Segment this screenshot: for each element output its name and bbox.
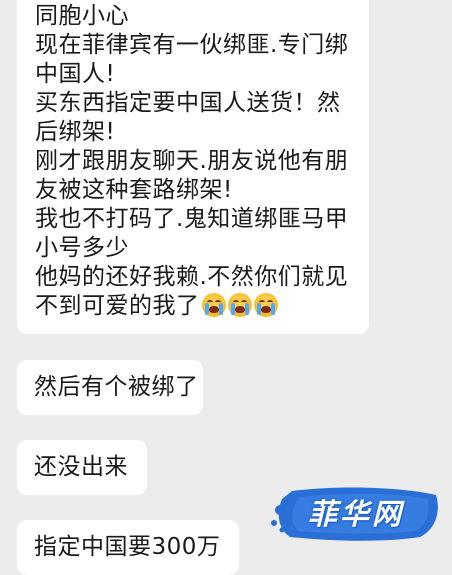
- message-line: 小号多少: [35, 235, 129, 261]
- message-line: 现在菲律宾有一伙绑匪.专门绑: [35, 32, 349, 58]
- crying-face-icon: [253, 293, 278, 317]
- message-line: 买东西指定要中国人送货！然: [35, 90, 341, 116]
- message-line: 中国人!: [35, 61, 116, 87]
- message-line: 友被这种套路绑架!: [35, 177, 233, 203]
- message-text: 还没出来: [34, 454, 128, 480]
- crying-face-icon: [201, 293, 226, 317]
- message-line: 我也不打码了.鬼知道绑匪马甲: [35, 206, 349, 232]
- emoji-group: [201, 293, 280, 317]
- message-bubble[interactable]: 指定中国要300万: [17, 520, 239, 575]
- message-text: 指定中国要300万: [34, 534, 221, 560]
- message-line: 刚才跟朋友聊天.朋友说他有朋: [35, 148, 349, 174]
- message-bubble[interactable]: 然后有个被绑了: [17, 360, 203, 415]
- message-line-last: 不到可爱的我了: [35, 292, 369, 321]
- watermark-logo: 菲华网: [270, 483, 442, 543]
- message-bubble[interactable]: 同胞小心 现在菲律宾有一伙绑匪.专门绑 中国人! 买东西指定要中国人送货！然 后…: [17, 0, 369, 334]
- message-bubble[interactable]: 还没出来: [17, 440, 147, 495]
- crying-face-icon: [227, 293, 252, 317]
- message-line: 他妈的还好我赖.不然你们就见: [35, 264, 349, 290]
- message-line: 后绑架!: [35, 119, 116, 145]
- message-line-text: 不到可爱的我了: [35, 293, 200, 319]
- message-line: 同胞小心: [35, 3, 129, 29]
- watermark-text: 菲华网: [308, 497, 405, 531]
- message-text: 然后有个被绑了: [34, 374, 199, 400]
